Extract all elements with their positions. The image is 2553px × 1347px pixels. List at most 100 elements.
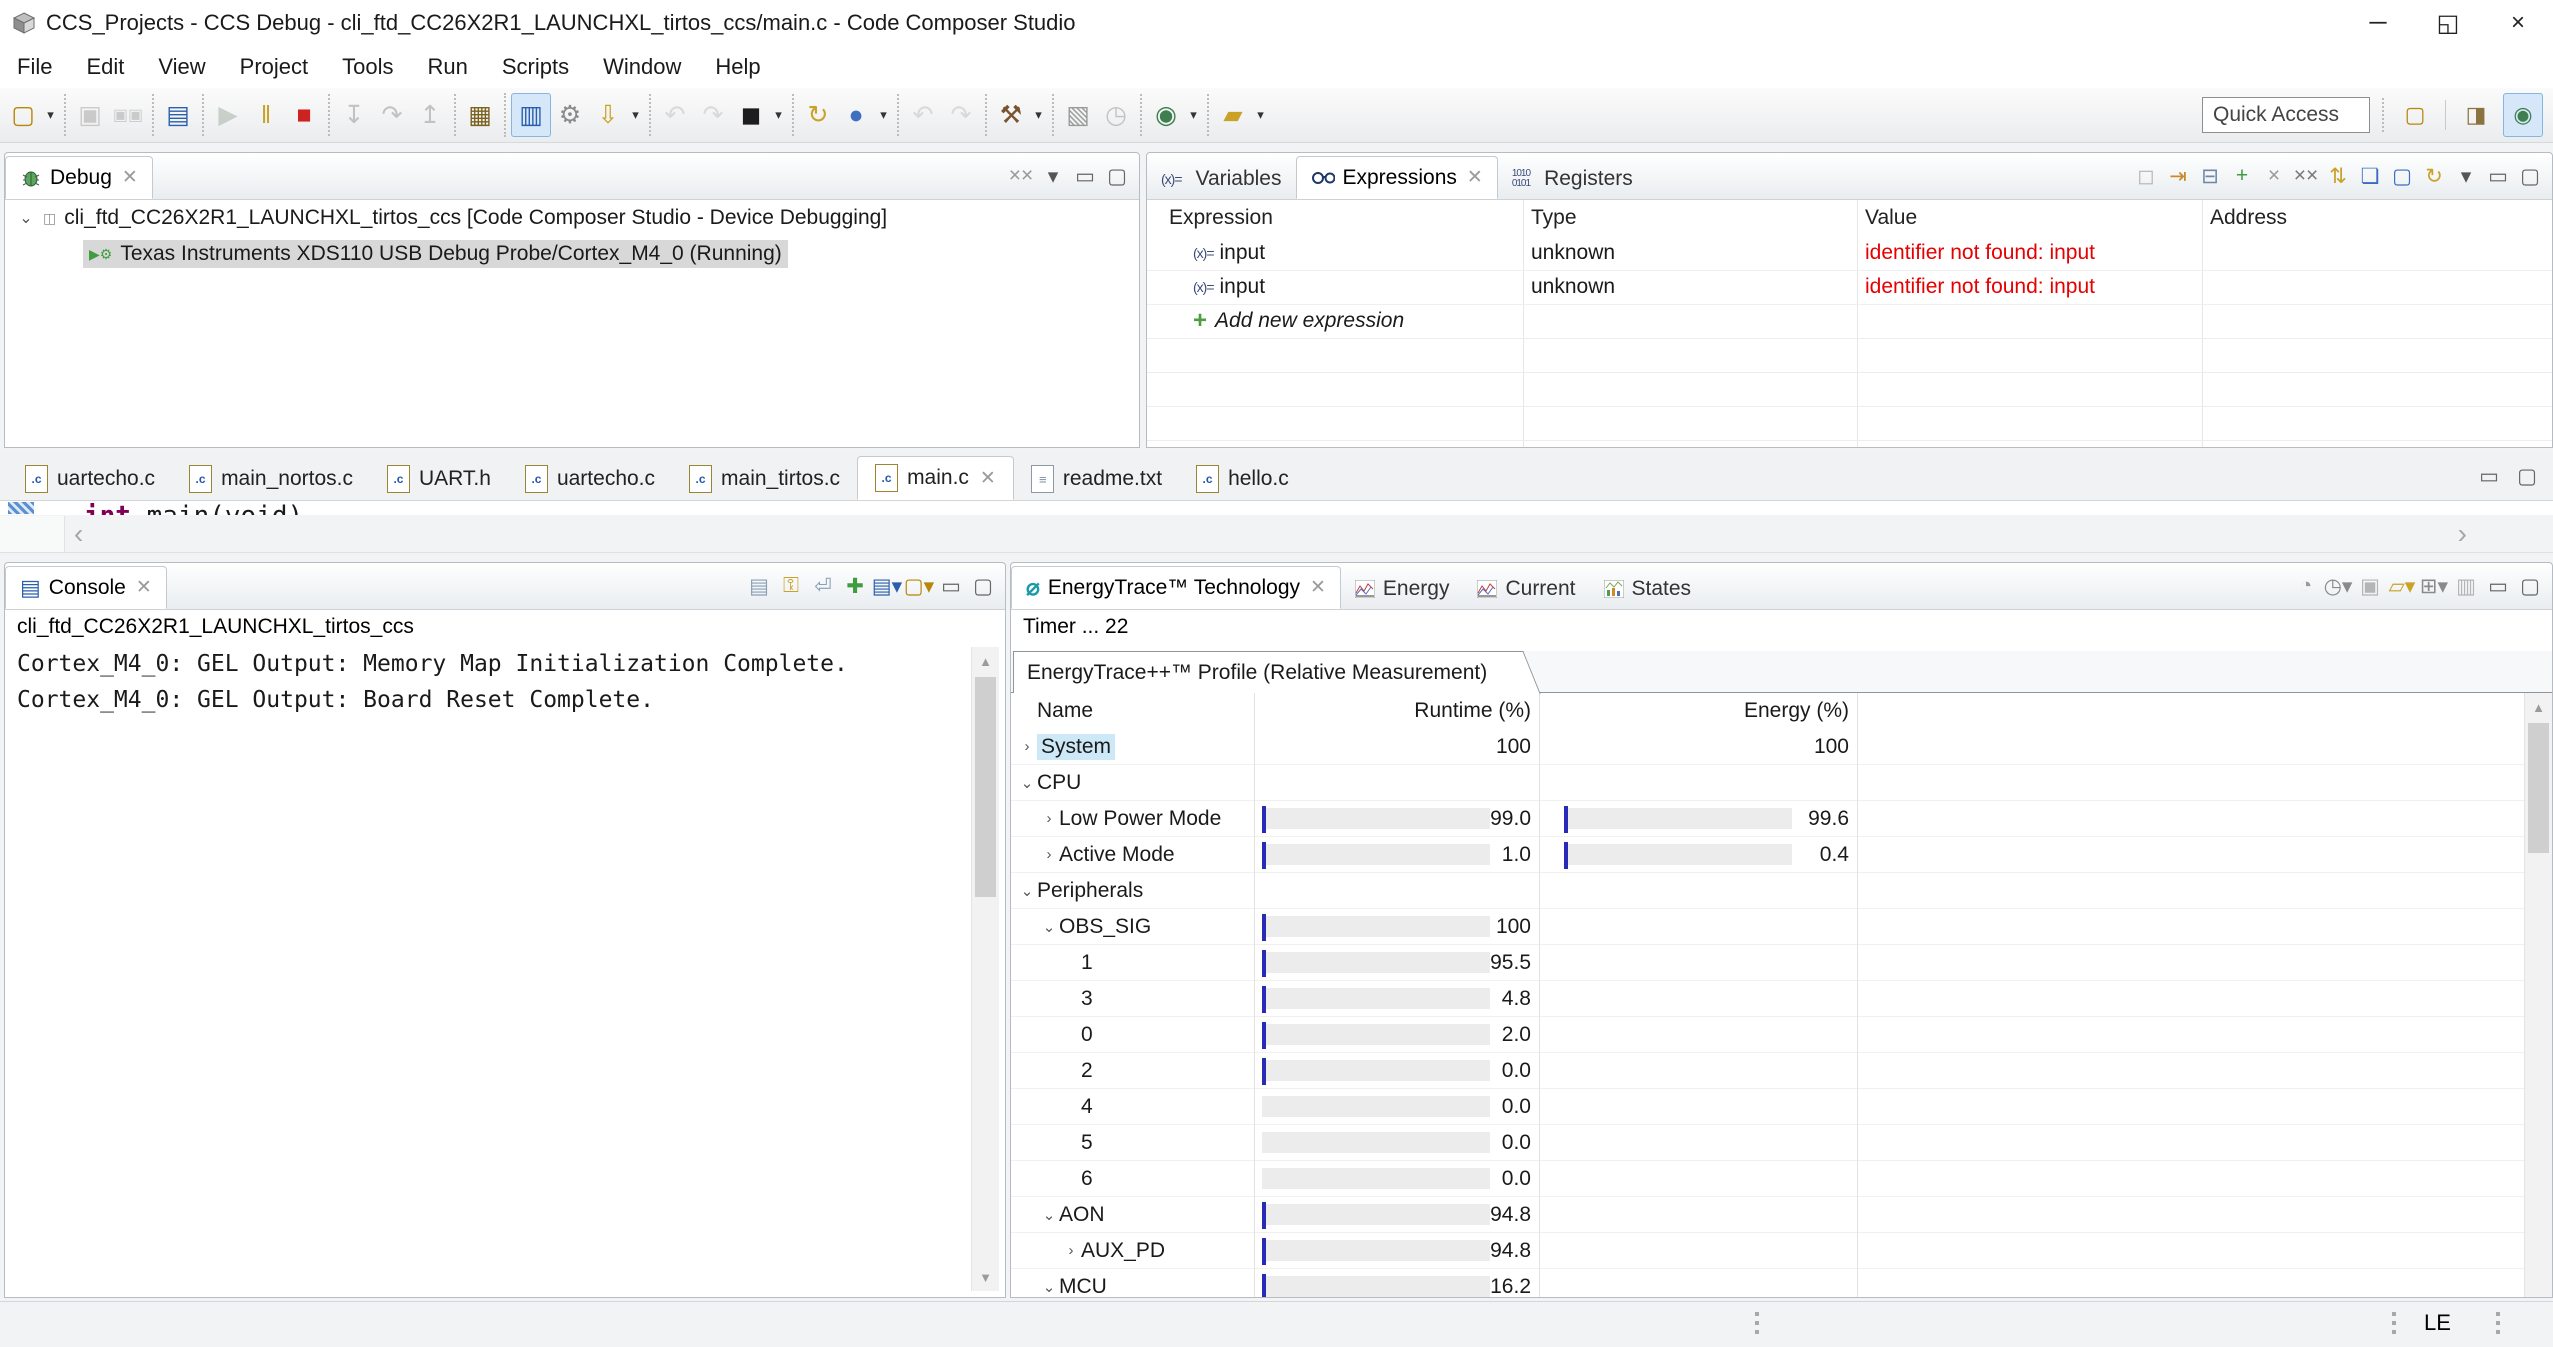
editor-tab-uartecho-c[interactable]: .cuartecho.c [508,458,672,500]
scrollbar-thumb[interactable] [2528,723,2549,853]
add-expression-icon[interactable]: + [2226,159,2258,193]
editor-horizontal-scrollbar[interactable]: ‹ › [0,516,2553,553]
editor-tab-main_tirtos-c[interactable]: .cmain_tirtos.c [672,458,857,500]
reorder-icon[interactable]: ⇅ [2322,159,2354,193]
flash-dropdown-icon[interactable]: ▾ [627,107,644,123]
close-tab-icon[interactable]: ✕ [1310,576,1326,599]
step-back-over-icon[interactable]: ↷ [694,94,732,136]
tab-current[interactable]: Current [1463,568,1589,609]
scroll-up-icon[interactable]: ▲ [2525,693,2552,721]
restore-button[interactable]: ◱ [2413,0,2483,46]
menu-item-edit[interactable]: Edit [69,54,141,80]
collapse-all-icon[interactable]: ⊟ [2194,159,2226,193]
ccs-debug-perspective-icon[interactable]: ◉ [2503,93,2543,137]
load-data-icon[interactable]: ▱▾ [2386,569,2418,603]
new-file-icon[interactable]: ▢ [4,94,42,136]
device-chip-dropdown-icon[interactable]: ▾ [770,107,787,123]
terminate-icon[interactable]: ■ [285,94,323,136]
expression-row[interactable]: (x)=inputunknownidentifier not found: in… [1147,270,2552,305]
column-header-expression[interactable]: Expression [1169,200,1273,236]
save-data-icon[interactable]: ▣ [2354,569,2386,603]
statusbar-grip[interactable] [1755,1312,1759,1338]
profile-row-system[interactable]: ›System100100 [1011,729,2524,765]
profile-vertical-scrollbar[interactable]: ▲ [2524,693,2552,1297]
scroll-down-icon[interactable]: ▼ [972,1263,999,1291]
word-wrap-icon[interactable]: ⏎ [807,569,839,603]
tab-variables[interactable]: (x)=Variables [1147,158,1296,199]
maximize-icon[interactable]: ▢ [2511,459,2543,493]
flash-tool-icon[interactable]: ▰ [1214,94,1252,136]
step-over-icon[interactable]: ↷ [373,94,411,136]
tab-energytrace-technology[interactable]: ⌀EnergyTrace™ Technology✕ [1011,566,1341,609]
debug-icon[interactable]: ◉ [1147,94,1185,136]
new-file-dropdown-icon[interactable]: ▾ [42,107,59,123]
show-type-names-icon[interactable]: ◻ [2130,159,2162,193]
device-chip-icon[interactable]: ◼ [732,94,770,136]
profile-row-0[interactable]: 02.0 [1011,1017,2524,1053]
step-return-icon[interactable]: ↥ [411,94,449,136]
save-icon[interactable]: ▣ [71,94,109,136]
reset-cpu-dropdown-icon[interactable]: ▾ [875,107,892,123]
column-header-runtime[interactable]: Runtime (%) [1391,693,1531,729]
restart-icon[interactable]: ↻ [799,94,837,136]
minimize-icon[interactable]: ▭ [935,569,967,603]
profile-row-aon[interactable]: ⌄AON94.8 [1011,1197,2524,1233]
menu-item-window[interactable]: Window [586,54,698,80]
tab-console[interactable]: ▤ Console ✕ [5,566,167,609]
profile-row-peripherals[interactable]: ⌄Peripherals [1011,873,2524,909]
edit-expression-icon[interactable]: ▢ [2386,159,2418,193]
editor-tab-hello-c[interactable]: .chello.c [1179,458,1306,500]
expander-icon[interactable]: › [1017,738,1037,755]
scroll-right-icon[interactable]: › [2458,520,2467,548]
show-console-icon[interactable]: ▤ [159,94,197,136]
tree-mode-icon[interactable]: ⊞▾ [2418,569,2450,603]
column-header-address[interactable]: Address [2210,200,2287,236]
column-header-type[interactable]: Type [1531,200,1577,236]
retreat-icon[interactable]: ↶ [904,94,942,136]
disconnect-icon[interactable]: ×× [1005,159,1037,193]
maximize-icon[interactable]: ▢ [2514,569,2546,603]
flash-tool-dropdown-icon[interactable]: ▾ [1252,107,1269,123]
pin-console-icon[interactable]: ✚ [839,569,871,603]
expander-icon[interactable]: ⌄ [1039,918,1059,936]
statusbar-grip[interactable] [2496,1312,2500,1338]
profile-row-2[interactable]: 20.0 [1011,1053,2524,1089]
remove-expression-icon[interactable]: × [2258,159,2290,193]
column-header-name[interactable]: Name [1037,693,1093,729]
memory-browser-icon[interactable]: ▦ [461,94,499,136]
profile-row-active-mode[interactable]: ›Active Mode1.00.4 [1011,837,2524,873]
close-tab-icon[interactable]: ✕ [136,576,152,599]
maximize-icon[interactable]: ▢ [2514,159,2546,193]
view-menu-icon[interactable]: ▾ [1037,159,1069,193]
profile-row-obs_sig[interactable]: ⌄OBS_SIG100 [1011,909,2524,945]
open-console-icon[interactable]: ▢▾ [903,569,935,603]
connect-target-icon[interactable]: ▥ [511,93,551,137]
build-icon[interactable]: ⚒ [992,94,1030,136]
statusbar-grip[interactable] [2392,1312,2396,1338]
menu-item-view[interactable]: View [141,54,222,80]
profile-row-cpu[interactable]: ⌄CPU [1011,765,2524,801]
close-tab-icon[interactable]: ✕ [1467,166,1483,189]
close-button[interactable]: × [2483,0,2553,46]
profile-row-mcu[interactable]: ⌄MCU16.2 [1011,1269,2524,1297]
menu-item-tools[interactable]: Tools [325,54,410,80]
expander-icon[interactable]: ⌄ [1039,1278,1059,1296]
show-logical-structure-icon[interactable]: ⇥ [2162,159,2194,193]
tab-states[interactable]: States [1590,568,1706,609]
open-perspective-icon[interactable]: ▢ [2396,94,2434,136]
view-menu-icon[interactable]: ▾ [2450,159,2482,193]
expander-icon[interactable]: › [1061,1242,1081,1259]
tab-registers[interactable]: 10100101Registers [1498,158,1647,199]
step-back-icon[interactable]: ↶ [656,94,694,136]
remove-all-expressions-icon[interactable]: ×× [2290,159,2322,193]
profile-row-6[interactable]: 60.0 [1011,1161,2524,1197]
refresh-icon[interactable]: ↻ [2418,159,2450,193]
debug-tree-row[interactable]: ⌄◫cli_ftd_CC26X2R1_LAUNCHXL_tirtos_ccs [… [5,200,1139,236]
scroll-lock-icon[interactable]: ⚿ [775,569,807,603]
debug-dropdown-icon[interactable]: ▾ [1185,107,1202,123]
expander-icon[interactable]: ⌄ [1017,882,1037,900]
editor-tab-main_nortos-c[interactable]: .cmain_nortos.c [172,458,370,500]
profile-row-aux_pd[interactable]: ›AUX_PD94.8 [1011,1233,2524,1269]
profile-row-4[interactable]: 40.0 [1011,1089,2524,1125]
close-tab-icon[interactable]: ✕ [122,166,138,189]
